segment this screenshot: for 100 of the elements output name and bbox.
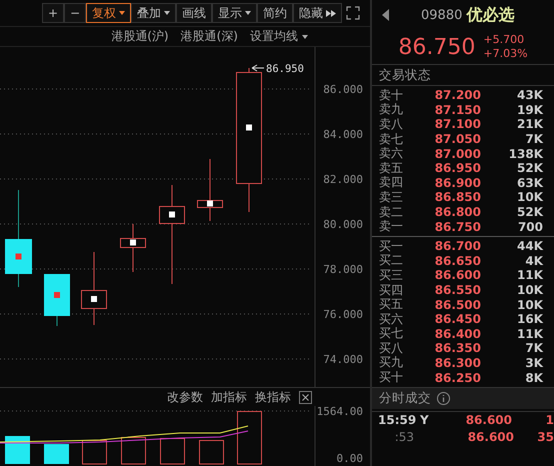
volume-bar (160, 438, 185, 464)
arrow-icon (252, 64, 264, 72)
indicator-action[interactable]: 加指标 (211, 388, 247, 406)
price-cell-text: 86.400 (434, 326, 481, 341)
stock-name: 优必选 (466, 4, 514, 26)
level-label: 卖四 (378, 174, 404, 191)
axis-label: 82.000 (323, 173, 363, 186)
volume-bar (5, 436, 30, 464)
chart-link[interactable]: 港股通(沪) (111, 28, 169, 45)
level-label: 卖二 (378, 204, 404, 220)
indicator-action[interactable]: 改参数 (167, 388, 203, 406)
toolbar-button[interactable]: 复权 (86, 3, 132, 23)
price-cell-text: 86.300 (434, 356, 481, 370)
volume-cell-text: 11K (516, 326, 543, 341)
level-label: 买五 (378, 296, 404, 313)
caret-icon (164, 11, 170, 15)
axis-label: 78.000 (323, 263, 363, 276)
axis-label: 80.000 (323, 218, 363, 231)
volume-cell-text: 52K (516, 161, 543, 176)
toolbar-button[interactable]: + (42, 3, 64, 23)
volume-cell-text: 21K (516, 117, 543, 132)
caret-icon (245, 11, 252, 15)
trade-time: :53 (394, 430, 415, 444)
toolbar-button[interactable]: 画线 (176, 3, 212, 23)
price-cell-text: 86.950 (434, 161, 481, 176)
volume-cell-text: 8K (524, 370, 543, 385)
volume-cell-text: 7K (524, 341, 543, 356)
price-change: +5.700 (483, 33, 526, 47)
volume-bar (199, 440, 224, 464)
trade-type-label: Y (420, 413, 429, 428)
level-label: 卖九 (378, 101, 404, 118)
last-price: 86.750 (398, 34, 476, 60)
axis-label: 84.000 (323, 128, 363, 141)
volume-bar (82, 440, 107, 464)
indicator-action[interactable]: 换指标 (255, 388, 291, 406)
price-cell-text: 87.050 (434, 132, 481, 146)
volume-cell-text: 10K (516, 298, 543, 312)
toolbar-button[interactable]: 隐藏 (293, 3, 342, 23)
trade-price: 86.600 (466, 430, 514, 444)
price-cell-text: 86.550 (434, 283, 481, 298)
toolbar-button[interactable]: 简约 (257, 3, 294, 23)
price-cell-text: 86.850 (434, 190, 481, 204)
level-label: 买六 (378, 310, 404, 327)
level-label: 买三 (378, 266, 404, 284)
level-label: 卖十 (378, 86, 404, 103)
trade-price: 86.600 (464, 413, 512, 428)
axis-label: 76.000 (323, 308, 363, 321)
level-label: 买二 (378, 252, 404, 270)
caret-icon (302, 34, 308, 38)
price-cell-text: 86.600 (434, 268, 481, 282)
chart-link[interactable]: 港股通(深) (180, 28, 238, 45)
level-label: 卖一 (378, 218, 404, 236)
fullscreen-icon[interactable] (346, 6, 360, 20)
price-cell-text: 86.250 (434, 370, 481, 385)
volume-cell-text: 44K (516, 239, 543, 254)
level-label: 买十 (378, 369, 404, 386)
price-cell-text: 86.450 (434, 312, 481, 326)
price-cell-text: 87.200 (434, 88, 481, 102)
level-label: 买四 (378, 282, 404, 298)
axis-label: 1564.00 (316, 406, 363, 418)
toolbar-button[interactable]: 显示 (212, 3, 258, 23)
volume-cell-text: 16K (516, 312, 543, 326)
double-arrow-icon (326, 10, 336, 16)
candlestick (197, 158, 223, 222)
trade-volume: 1 (544, 413, 554, 428)
level-label: 卖七 (378, 130, 404, 147)
price-cell-text: 86.500 (434, 298, 481, 312)
left-arrow-icon[interactable] (382, 9, 389, 21)
trade-time: 15:59 (377, 413, 418, 428)
close-icon[interactable] (299, 390, 312, 404)
level-label: 卖八 (378, 116, 404, 133)
level-label: 买一 (378, 238, 404, 254)
volume-bar (237, 411, 262, 464)
price-cell-text: 86.650 (434, 254, 481, 268)
toolbar-button[interactable]: 叠加 (131, 3, 176, 23)
trade-volume: 35 (536, 430, 554, 444)
price-cell-text: 86.750 (434, 220, 481, 234)
info-icon[interactable] (437, 392, 450, 405)
level-label: 卖五 (378, 160, 404, 176)
volume-cell-text: 43K (516, 88, 543, 102)
price-cell-text: 86.700 (434, 239, 481, 254)
volume-cell-text: 11K (516, 268, 543, 282)
toolbar-button[interactable]: − (64, 3, 86, 23)
axis-label: 86.000 (323, 83, 363, 96)
volume-cell-text: 10K (516, 190, 543, 204)
volume-cell-text: 4K (524, 254, 543, 268)
axis-label: 74.000 (323, 353, 363, 366)
price-cell-text: 87.000 (434, 146, 481, 161)
volume-cell-text: 3K (524, 356, 543, 370)
level-label: 卖六 (378, 145, 404, 162)
volume-cell-text: 7K (524, 132, 543, 146)
level-label: 卖三 (378, 188, 404, 206)
caret-icon (119, 11, 126, 15)
volume-cell-text: 52K (516, 205, 543, 220)
price-cell-text: 87.150 (434, 102, 481, 117)
chart-link[interactable]: 设置均线 (250, 28, 308, 45)
candlestick (120, 224, 146, 272)
volume-cell-text: 10K (516, 283, 543, 298)
price-cell-text: 87.100 (434, 117, 481, 132)
price-cell-text: 86.800 (434, 205, 481, 220)
